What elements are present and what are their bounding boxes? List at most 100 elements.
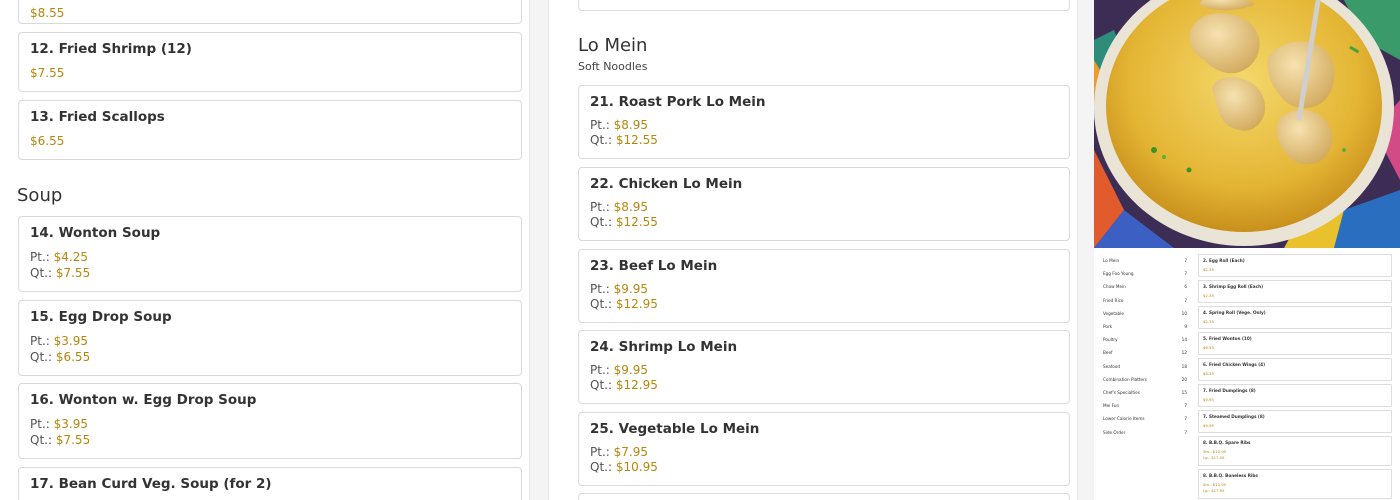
menu-item-card[interactable]: 15. Egg Drop Soup Pt.: $3.95 Qt.: $6.55: [18, 300, 522, 376]
category-count: 7: [1184, 258, 1187, 263]
category-count: 20: [1181, 376, 1187, 382]
category-label: Poultry: [1103, 337, 1118, 343]
preview-item-price: $2.35: [1203, 267, 1214, 272]
preview-item-title: 8. B.B.Q. Boneless Ribs: [1203, 473, 1258, 478]
preview-item-price: $8.25: [1203, 371, 1214, 376]
quart-value: $12.55: [615, 133, 658, 147]
category-item[interactable]: Side Order 7: [1103, 430, 1187, 435]
quart-label: Qt.:: [590, 215, 613, 229]
menu-item-card[interactable]: 23. Beef Lo Mein Pt.: $9.95 Qt.: $12.95: [578, 249, 1070, 323]
item-title: 25. Vegetable Lo Mein: [590, 421, 760, 437]
category-label: Pork: [1103, 324, 1113, 329]
pint-label: Pt.:: [590, 282, 610, 296]
section-heading-soup: Soup: [17, 185, 63, 206]
pint-value: $3.95: [53, 334, 88, 348]
preview-item-price: $2.35: [1203, 293, 1214, 298]
category-item[interactable]: Mei Fun 7: [1103, 403, 1187, 408]
section-heading-lo-mein: Lo Mein: [578, 35, 648, 56]
category-item[interactable]: Combination Platters 20: [1103, 377, 1187, 382]
menu-item-card[interactable]: 22. Chicken Lo Mein Pt.: $8.95 Qt.: $12.…: [578, 167, 1070, 241]
preview-item-price: $9.95: [1203, 423, 1214, 428]
item-title: 12. Fried Shrimp (12): [30, 41, 192, 57]
item-price: $6.55: [30, 134, 65, 148]
preview-item-card[interactable]: 3. Shrimp Egg Roll (Each) $2.35: [1198, 280, 1392, 303]
pint-label: Pt.:: [590, 445, 610, 459]
quart-label: Qt.:: [590, 378, 613, 392]
preview-item-card[interactable]: 2. Egg Roll (Each) $2.35: [1198, 254, 1392, 277]
menu-item-card[interactable]: [578, 493, 1070, 500]
quart-label: Qt.:: [590, 460, 613, 474]
menu-item-card[interactable]: 16. Wonton w. Egg Drop Soup Pt.: $3.95 Q…: [18, 383, 522, 459]
pint-value: $7.95: [613, 445, 648, 459]
preview-item-price: $9.95: [1203, 397, 1214, 402]
quart-label: Qt.:: [30, 266, 53, 280]
quart-value: $12.95: [615, 378, 658, 392]
item-price: $8.55: [30, 6, 65, 20]
menu-item-card[interactable]: 14. Wonton Soup Pt.: $4.25 Qt.: $7.55: [18, 216, 522, 292]
category-item[interactable]: Lower Calorie Items 7: [1103, 416, 1187, 421]
category-count: 9: [1184, 324, 1187, 329]
soup-photo-illustration: [1094, 0, 1400, 248]
preview-item-card[interactable]: 6. Fried Chicken Wings (4) $8.25: [1198, 358, 1392, 381]
preview-item-card[interactable]: 7. Steamed Dumplings (8) $9.95: [1198, 410, 1392, 433]
quart-label: Qt.:: [590, 297, 613, 311]
item-title: 17. Bean Curd Veg. Soup (for 2): [30, 476, 272, 492]
category-item[interactable]: Lo Mein 7: [1103, 258, 1187, 263]
preview-item-card[interactable]: 5. Fried Wonton (10) $6.55: [1198, 332, 1392, 355]
preview-item-card[interactable]: 8. B.B.Q. Spare Ribs Sm.: $10.95 Lg.: $17.…: [1198, 436, 1392, 466]
category-label: Lo Mein: [1103, 258, 1120, 263]
item-price-pint: Pt.: $4.25: [30, 250, 88, 264]
preview-item-title: 4. Spring Roll (Vege. Only): [1203, 310, 1266, 315]
category-label: Combination Platters: [1103, 376, 1147, 382]
category-label: Chef's Specialties: [1103, 390, 1140, 395]
menu-item-card[interactable]: 12. Fried Shrimp (12) $7.55: [18, 32, 522, 92]
item-title: 23. Beef Lo Mein: [590, 258, 718, 274]
category-count: 15: [1181, 390, 1187, 395]
category-item[interactable]: Chef's Specialties 15: [1103, 390, 1187, 395]
quart-value: $7.55: [55, 433, 91, 447]
category-label: Mei Fun: [1103, 403, 1120, 409]
category-count: 18: [1181, 363, 1187, 369]
category-label: Vegetable: [1103, 310, 1124, 316]
pint-value: $9.95: [613, 363, 648, 377]
pint-label: Pt.:: [30, 334, 50, 348]
menu-item-card[interactable]: 13. Fried Scallops $6.55: [18, 100, 522, 160]
category-count: 7: [1184, 297, 1187, 303]
item-title: 16. Wonton w. Egg Drop Soup: [30, 392, 257, 408]
menu-item-card[interactable]: 21. Roast Pork Lo Mein Pt.: $8.95 Qt.: $…: [578, 85, 1070, 159]
preview-item-title: 5. Fried Wonton (10): [1203, 336, 1252, 341]
category-item[interactable]: Seafood 18: [1103, 364, 1187, 369]
category-label: Egg Foo Young: [1103, 271, 1134, 277]
category-label: Lower Calorie Items: [1103, 416, 1145, 422]
category-label: Seafood: [1103, 363, 1121, 369]
item-price-pint: Pt.: $8.95: [590, 118, 648, 132]
category-item[interactable]: Vegetable 10: [1103, 311, 1187, 316]
category-item[interactable]: Fried Rice 7: [1103, 298, 1187, 303]
menu-item-card[interactable]: 25. Vegetable Lo Mein Pt.: $7.95 Qt.: $1…: [578, 412, 1070, 486]
category-item[interactable]: Pork 9: [1103, 324, 1187, 329]
preview-item-card[interactable]: 7. Fried Dumplings (8) $9.95: [1198, 384, 1392, 407]
pint-label: Pt.:: [590, 200, 610, 214]
quart-label: Qt.:: [590, 133, 613, 147]
preview-item-card[interactable]: 4. Spring Roll (Vege. Only) $2.35: [1198, 306, 1392, 329]
category-item[interactable]: Egg Foo Young 7: [1103, 271, 1187, 276]
menu-item-card[interactable]: $8.55: [18, 0, 522, 24]
item-price-pint: Pt.: $3.95: [30, 417, 88, 431]
menu-item-card[interactable]: 17. Bean Curd Veg. Soup (for 2): [18, 467, 522, 500]
category-count: 7: [1184, 416, 1187, 422]
pint-value: $8.95: [613, 118, 648, 132]
category-item[interactable]: Chow Mein 6: [1103, 284, 1187, 289]
item-price-pint: Pt.: $8.95: [590, 200, 648, 214]
category-label: Beef: [1103, 350, 1113, 356]
category-count: 7: [1184, 271, 1187, 277]
preview-item-card[interactable]: 8. B.B.Q. Boneless Ribs Sm.: $10.95 Lg.: $…: [1198, 469, 1392, 499]
category-item[interactable]: Beef 12: [1103, 350, 1187, 355]
wonton-soup-photo: [1094, 0, 1400, 248]
preview-item-price: Lg.: $17.95: [1203, 488, 1225, 493]
category-item[interactable]: Poultry 14: [1103, 337, 1187, 342]
menu-column-left: $8.55 12. Fried Shrimp (12) $7.55 13. Fr…: [0, 0, 530, 500]
category-count: 14: [1181, 337, 1187, 343]
item-price-quart: Qt.: $12.95: [590, 297, 658, 311]
menu-item-card[interactable]: [578, 0, 1070, 11]
menu-item-card[interactable]: 24. Shrimp Lo Mein Pt.: $9.95 Qt.: $12.9…: [578, 330, 1070, 404]
